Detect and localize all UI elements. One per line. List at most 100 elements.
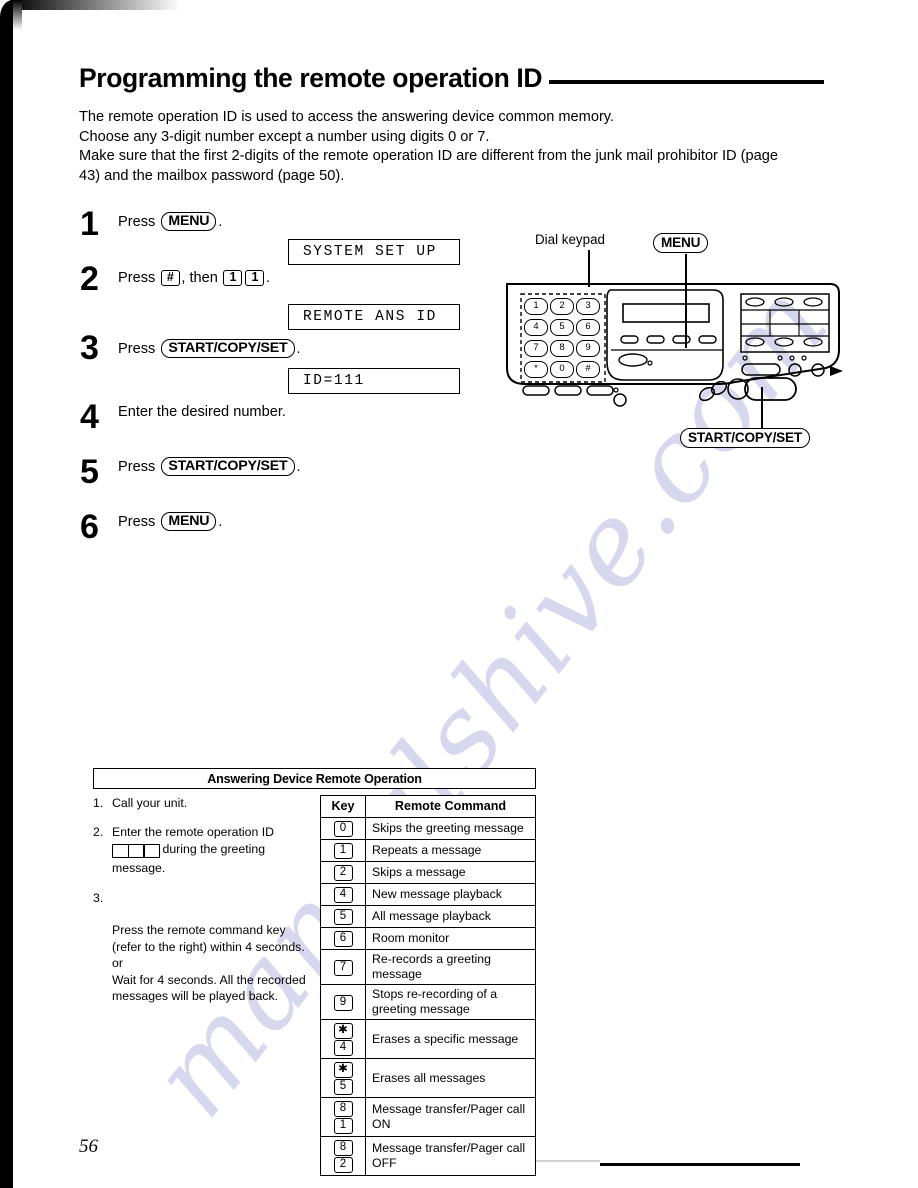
table-cell-command: Stops re-recording of a greeting message (365, 984, 536, 1020)
reference-step-1-text: Call your unit. (112, 796, 188, 810)
key-glyph: 2 (333, 1157, 353, 1173)
intro-line-1: The remote operation ID is used to acces… (79, 109, 615, 125)
table-cell-command: Re-records a greeting message (365, 949, 536, 985)
table-cell-command: Repeats a message (365, 839, 536, 862)
key-glyph: 8 (333, 1140, 353, 1156)
menu-key-callout-2[interactable]: MENU (161, 512, 217, 531)
keypad-key-1[interactable]: 1 (524, 298, 548, 315)
reference-step-2: 2. Enter the remote operation ID during … (93, 824, 318, 876)
table-cell-key: 0 (320, 817, 366, 840)
key-glyph: 4 (333, 887, 353, 903)
step-1-suffix: . (218, 213, 223, 230)
table-row: 2 Skips a message (320, 861, 536, 884)
table-cell-command: New message playback (365, 883, 536, 906)
table-row: 81 Message transfer/Pager call ON (320, 1097, 536, 1137)
step-5-suffix: . (296, 458, 301, 475)
table-row: ✱5 Erases all messages (320, 1058, 536, 1098)
table-cell-key: 6 (320, 927, 366, 950)
table-row: 1 Repeats a message (320, 839, 536, 862)
start-copy-set-key-callout-2[interactable]: START/COPY/SET (161, 457, 295, 476)
keypad-key-7[interactable]: 7 (524, 340, 548, 357)
keypad-key-6[interactable]: 6 (576, 319, 600, 336)
keypad-key-9[interactable]: 9 (576, 340, 600, 357)
lcd-display-3: ID=111 (288, 368, 460, 394)
key-glyph: 4 (333, 1040, 353, 1056)
remote-command-table: Key Remote Command 0 Skips the greeting m… (320, 795, 536, 1176)
table-row: 4 New message playback (320, 883, 536, 906)
table-cell-command: Skips the greeting message (365, 817, 536, 840)
key-glyph: 8 (333, 1101, 353, 1117)
keypad-key-8[interactable]: 8 (550, 340, 574, 357)
table-row: ✱4 Erases a specific message (320, 1019, 536, 1059)
reference-step-3-text: Press the remote command key (refer to t… (112, 923, 306, 1004)
step-text-6: Press MENU. (118, 512, 222, 531)
key-glyph: 9 (333, 994, 353, 1011)
intro-line-3: Make sure that the first 2-digits of the… (79, 148, 778, 164)
table-cell-key: 5 (320, 905, 366, 928)
step-text-3: Press START/COPY/SET. (118, 339, 301, 358)
keypad-key-hash[interactable]: # (576, 361, 600, 378)
key-glyph: 1 (333, 1118, 353, 1134)
table-cell-key: 2 (320, 861, 366, 884)
id-box-cell (143, 843, 160, 858)
table-cell-key: 9 (320, 984, 366, 1020)
hash-key-glyph[interactable]: # (160, 270, 180, 286)
table-cell-command: Erases a specific message (365, 1019, 536, 1059)
reference-step-1: 1. Call your unit. (93, 795, 318, 811)
menu-key-callout[interactable]: MENU (161, 212, 217, 231)
step-text-5: Press START/COPY/SET. (118, 457, 301, 476)
keypad-key-5[interactable]: 5 (550, 319, 574, 336)
keypad-key-0[interactable]: 0 (550, 361, 574, 378)
start-copy-set-key-callout-1[interactable]: START/COPY/SET (161, 339, 295, 358)
reference-step-3: 3. Press the remote command key (refer t… (93, 890, 318, 1005)
key-glyph: ✱ (333, 1023, 353, 1039)
page-content: Programming the remote operation ID The … (0, 0, 918, 1188)
intro-text: The remote operation ID is used to acces… (79, 108, 821, 186)
table-body: 0 Skips the greeting message 1 Repeats a me… (320, 817, 536, 1176)
table-row: 5 All message playback (320, 905, 536, 928)
arrow-marker (830, 366, 843, 376)
table-cell-key: ✱5 (320, 1058, 366, 1098)
table-header-row: Key Remote Command (320, 795, 536, 818)
table-cell-key: 1 (320, 839, 366, 862)
reference-title: Answering Device Remote Operation (93, 768, 536, 789)
key-glyph: ✱ (333, 1062, 353, 1078)
intro-line-2: Choose any 3-digit number except a numbe… (79, 128, 490, 145)
step-number-2: 2 (80, 260, 99, 298)
keypad-key-4[interactable]: 4 (524, 319, 548, 336)
scan-edge-left (0, 0, 22, 1188)
reference-step-1-num: 1. (93, 796, 104, 810)
keypad-key-2[interactable]: 2 (550, 298, 574, 315)
device-illustration: Dial keypad MENU START/COPY/SET 1 2 3 4 … (495, 232, 895, 457)
table-cell-key: 82 (320, 1136, 366, 1176)
step-3-prefix: Press (118, 340, 156, 357)
step-text-4: Enter the desired number. (118, 404, 286, 420)
table-cell-key: ✱4 (320, 1019, 366, 1059)
table-cell-key: 4 (320, 883, 366, 906)
step-text-1: Press MENU. (118, 212, 222, 231)
keypad-key-3[interactable]: 3 (576, 298, 600, 315)
table-cell-command: Room monitor (365, 927, 536, 950)
one-key-glyph-a[interactable]: 1 (223, 270, 243, 286)
one-key-glyph-b[interactable]: 1 (245, 270, 265, 286)
key-glyph: 0 (333, 821, 353, 837)
table-row: 0 Skips the greeting message (320, 817, 536, 840)
step-number-3: 3 (80, 329, 99, 367)
table-row: 9 Stops re-recording of a greeting messag… (320, 984, 536, 1020)
page-number: 56 (79, 1136, 98, 1157)
column-header-key: Key (320, 795, 366, 818)
keypad-key-star[interactable]: * (524, 361, 548, 378)
reference-instructions: 1. Call your unit. 2. Enter the remote o… (93, 795, 318, 1017)
table-cell-command: Erases all messages (365, 1058, 536, 1098)
dial-keypad[interactable]: 1 2 3 4 5 6 7 8 9 * 0 # (523, 296, 605, 380)
step-number-4: 4 (80, 398, 99, 436)
lcd-display-1: SYSTEM SET UP (288, 239, 460, 265)
key-glyph: 5 (333, 1079, 353, 1095)
step-text-2: Press #, then 11. (118, 269, 270, 287)
page-header: Programming the remote operation ID (79, 60, 824, 96)
table-cell-command: Message transfer/Pager call OFF (365, 1136, 536, 1176)
key-glyph: 7 (333, 959, 353, 976)
page-title: Programming the remote operation ID (79, 62, 543, 93)
lcd-display-2: REMOTE ANS ID (288, 304, 460, 330)
step-number-1: 1 (80, 205, 99, 243)
